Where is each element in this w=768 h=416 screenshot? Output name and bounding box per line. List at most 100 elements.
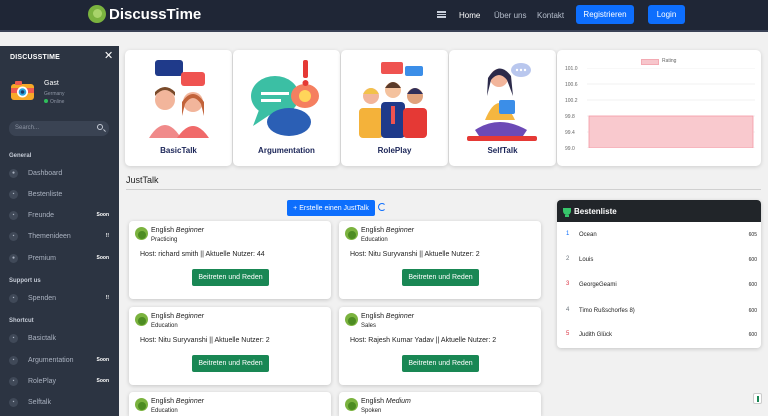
avatar — [11, 81, 34, 100]
trophy-icon — [563, 207, 571, 217]
y-tick-label: 99.0 — [565, 146, 575, 152]
talk-topic: Education — [361, 237, 388, 243]
leaderboard-score: 600 — [748, 282, 757, 288]
talk-language-name: English — [361, 227, 384, 234]
brand-logo-icon — [88, 5, 106, 23]
sidebar-item-selftalk[interactable]: ▪ Selftalk — [9, 395, 109, 409]
category-card-argumentation[interactable]: Argumentation — [233, 50, 340, 166]
y-tick-label: 99.8 — [565, 114, 575, 120]
sidebar-item-badge: Soon — [96, 255, 110, 261]
nav-link-about[interactable]: Über uns — [494, 11, 526, 20]
sidebar-item-friends[interactable]: ▪ Freunde Soon — [9, 208, 109, 222]
sidebar-item-premium[interactable]: ● Premium Soon — [9, 251, 109, 265]
sidebar-item-donate[interactable]: ▪ Spenden!! — [9, 291, 109, 305]
talk-card: English Beginner Education — [129, 392, 331, 416]
menu-icon[interactable] — [437, 11, 446, 18]
leaderboard-row[interactable]: 5 Judith Glück 600 — [557, 330, 761, 344]
talk-level: Beginner — [385, 227, 414, 234]
register-button[interactable]: Registrieren — [576, 5, 634, 24]
sidebar-item-topic-ideas[interactable]: ▪ Themenideen!! — [9, 229, 109, 243]
donate-icon: ▪ — [9, 293, 18, 303]
argumentation-illustration-icon — [251, 60, 319, 136]
divider — [126, 189, 761, 190]
sidebar-section-shortcut: Shortcut — [9, 318, 34, 324]
talk-card: English Beginner Education Host: Nitu Su… — [129, 307, 331, 385]
talk-language: English Beginner — [361, 313, 414, 320]
sidebar-item-roleplay[interactable]: ▪ RolePlay Soon — [9, 374, 109, 388]
nav-link-contact[interactable]: Kontakt — [537, 11, 564, 20]
leaderboard-name: Louis — [579, 257, 594, 263]
talk-topic: Spoken — [361, 408, 382, 414]
talk-language: English Medium — [361, 398, 411, 405]
leaderboard-row[interactable]: 3 GeorgeGeami 600 — [557, 280, 761, 294]
talk-level: Beginner — [385, 313, 414, 320]
talk-language: English Beginner — [151, 398, 204, 405]
scroll-to-top-button[interactable] — [753, 393, 762, 404]
category-title: BasicTalk — [160, 146, 197, 155]
selftalk-icon: ▪ — [9, 397, 18, 407]
brand[interactable]: DiscussTime — [88, 5, 201, 23]
sidebar-item-label: Freunde — [28, 211, 55, 219]
sidebar-item-label: Premium — [28, 254, 57, 262]
close-icon[interactable]: ✕ — [104, 51, 113, 62]
leaderboard-score: 600 — [748, 332, 757, 338]
category-card-selftalk[interactable]: SelfTalk — [449, 50, 556, 166]
talk-icon — [135, 227, 148, 240]
leaderboard-panel: Bestenliste 1 Ocean 605 2 Louis 600 3 GeorgeG… — [557, 200, 761, 348]
sidebar-section-general: General — [9, 153, 32, 159]
talk-level: Medium — [385, 398, 411, 405]
talk-level: Beginner — [175, 398, 204, 405]
talk-host: Host: Nitu Suryvanshi || Aktuelle Nutzer… — [140, 337, 270, 344]
join-button[interactable]: Beitreten und Reden — [402, 269, 479, 286]
search-input[interactable]: Search... — [9, 121, 109, 136]
leaderboard-row[interactable]: 1 Ocean 605 — [557, 230, 761, 244]
create-justtalk-button[interactable]: + Erstelle einen JustTalk — [287, 200, 375, 216]
leaderboard-title: Bestenliste — [574, 206, 617, 216]
talk-card: English Beginner Practicing Host: richar… — [129, 221, 331, 299]
login-button[interactable]: Login — [648, 5, 685, 24]
sidebar-item-badge: !! — [105, 295, 109, 301]
talk-host: Host: richard smith || Aktuelle Nutzer: … — [140, 251, 265, 258]
leaderboard-name: Ocean — [579, 232, 597, 238]
sidebar-item-badge: Soon — [96, 378, 110, 384]
join-button[interactable]: Beitreten und Reden — [192, 269, 269, 286]
leaderboard-rank: 3 — [566, 281, 570, 287]
basictalk-illustration-icon — [149, 60, 209, 138]
join-button[interactable]: Beitreten und Reden — [402, 355, 479, 372]
rating-bar — [588, 115, 754, 148]
talk-topic: Education — [151, 323, 178, 329]
legend-label: Rating — [662, 58, 677, 64]
talk-language-name: English — [151, 227, 174, 234]
talk-topic: Education — [151, 408, 178, 414]
sidebar-item-label: Argumentation — [28, 356, 74, 364]
talk-icon — [345, 227, 358, 240]
sidebar-item-basictalk[interactable]: ▪ Basictalk — [9, 331, 109, 345]
ideas-icon: ▪ — [9, 231, 18, 241]
y-tick-label: 100.6 — [565, 82, 578, 88]
leaderboard-row[interactable]: 2 Louis 600 — [557, 255, 761, 269]
sidebar-item-argumentation[interactable]: ▪ Argumentation Soon — [9, 353, 109, 367]
talk-card: English Medium Spoken — [339, 392, 541, 416]
nav-link-home[interactable]: Home — [459, 11, 480, 20]
argumentation-icon: ▪ — [9, 355, 18, 365]
leaderboard-row[interactable]: 4 Timo Rußschorfes 8) 600 — [557, 306, 761, 320]
leaderboard-header: Bestenliste — [557, 200, 761, 222]
join-button[interactable]: Beitreten und Reden — [192, 355, 269, 372]
leaderboard-score: 605 — [748, 232, 757, 238]
friends-icon: ▪ — [9, 210, 18, 220]
leaderboard-icon: ▪ — [9, 189, 18, 199]
roleplay-icon: ▪ — [9, 376, 18, 386]
user-name: Gast — [44, 80, 59, 87]
category-card-basictalk[interactable]: BasicTalk — [125, 50, 232, 166]
sidebar-item-dashboard[interactable]: ● Dashboard — [9, 166, 109, 180]
search-icon[interactable] — [97, 124, 103, 130]
talk-language-name: English — [361, 398, 384, 405]
sidebar-item-leaderboard[interactable]: ▪ Bestenliste — [9, 187, 109, 201]
category-title: Argumentation — [258, 146, 315, 155]
talk-icon — [135, 313, 148, 326]
leaderboard-name: Timo Rußschorfes 8) — [579, 308, 635, 314]
roleplay-illustration-icon — [359, 62, 427, 138]
talk-host: Host: Rajesh Kumar Yadav || Aktuelle Nut… — [350, 337, 497, 344]
category-card-roleplay[interactable]: RolePlay — [341, 50, 448, 166]
refresh-icon[interactable] — [378, 203, 386, 211]
